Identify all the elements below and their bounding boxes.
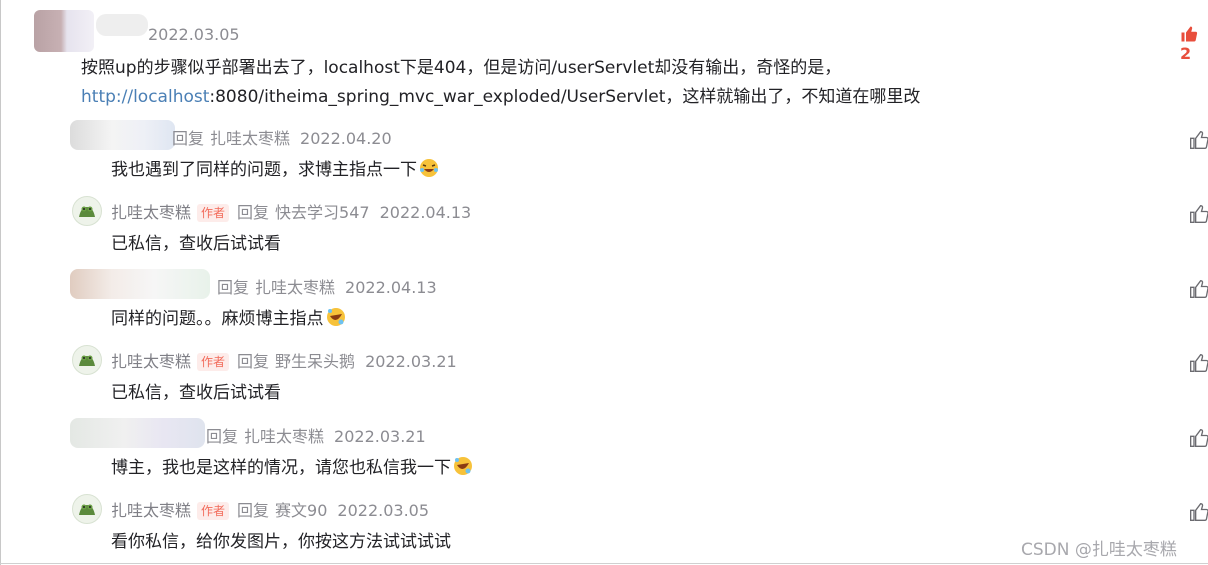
like-button[interactable]: 2 — [1180, 25, 1208, 63]
reply-target-user[interactable]: 扎哇太枣糕 — [255, 278, 335, 297]
localhost-link[interactable]: http://localhost — [81, 87, 209, 107]
reply-label: 回复 — [237, 352, 270, 371]
reply-item: 扎哇太枣糕 作者 回复 快去学习547 2022.04.13 已私信，查收后试试看 — [0, 194, 1208, 264]
thumbs-up-icon[interactable] — [1189, 428, 1208, 448]
reply-date: 2022.03.05 — [337, 501, 430, 520]
reply-item: 回复 扎哇太枣糕 2022.04.20 我也遇到了同样的问题，求博主指点一下 — [0, 120, 1208, 190]
reply-text: 同样的问题。。麻烦博主指点 — [111, 304, 346, 332]
reply-target-user[interactable]: 扎哇太枣糕 — [210, 129, 290, 148]
author-badge: 作者 — [197, 204, 230, 222]
reply-text: 博主，我也是这样的情况，请您也私信我一下 — [111, 453, 473, 481]
reply-text-content: 博主，我也是这样的情况，请您也私信我一下 — [111, 458, 451, 478]
reply-label: 回复 — [172, 129, 205, 148]
reply-item: 扎哇太枣糕 作者 回复 野生呆头鹅 2022.03.21 已私信，查收后试试看 — [0, 343, 1208, 413]
comment-text: 按照up的步骤似乎部署出去了，localhost下是404，但是访问/userS… — [81, 54, 1181, 112]
rolling-laugh-emoji-icon — [326, 307, 346, 332]
author-avatar[interactable] — [72, 196, 102, 226]
reply-target-user[interactable]: 赛文90 — [275, 501, 327, 520]
reply-text: 已私信，查收后试试看 — [111, 234, 281, 254]
thumbs-up-icon[interactable] — [1189, 130, 1208, 150]
csdn-watermark: CSDN @扎哇太枣糕 — [1021, 540, 1177, 560]
reply-text-content: 同样的问题。。麻烦博主指点 — [111, 309, 324, 329]
comment-text-line1: 按照up的步骤似乎部署出去了，localhost下是404，但是访问/userS… — [81, 58, 842, 78]
reply-label: 回复 — [237, 203, 270, 222]
rolling-laugh-emoji-icon — [453, 456, 473, 481]
reply-meta: 扎哇太枣糕 作者 回复 快去学习547 2022.04.13 — [111, 199, 471, 223]
avatar[interactable] — [70, 120, 175, 150]
reply-meta: 扎哇太枣糕 作者 回复 野生呆头鹅 2022.03.21 — [111, 348, 457, 372]
reply-date: 2022.03.21 — [334, 427, 426, 446]
reply-meta: 回复 扎哇太枣糕 2022.04.20 — [172, 125, 392, 149]
author-username[interactable]: 扎哇太枣糕 — [111, 203, 191, 222]
reply-item: 回复 扎哇太枣糕 2022.03.21 博主，我也是这样的情况，请您也私信我一下 — [0, 418, 1208, 488]
thumbs-up-icon — [1180, 25, 1198, 44]
thumbs-up-icon[interactable] — [1189, 279, 1208, 299]
avatar[interactable] — [70, 418, 205, 448]
like-count: 2 — [1180, 44, 1192, 63]
reply-label: 回复 — [206, 427, 239, 446]
avatar[interactable] — [70, 269, 210, 299]
reply-text: 看你私信，给你发图片，你按这方法试试试试 — [111, 532, 451, 552]
reply-target-user[interactable]: 扎哇太枣糕 — [244, 427, 324, 446]
reply-label: 回复 — [217, 278, 250, 297]
author-avatar[interactable] — [72, 494, 102, 524]
reply-text: 我也遇到了同样的问题，求博主指点一下 — [111, 155, 439, 183]
laugh-cry-emoji-icon — [419, 158, 439, 183]
reply-date: 2022.04.13 — [379, 203, 472, 222]
avatar[interactable] — [34, 10, 94, 52]
bottom-border — [0, 563, 1208, 564]
username-blurred — [96, 14, 148, 36]
reply-date: 2022.04.13 — [345, 278, 437, 297]
reply-target-user[interactable]: 快去学习547 — [275, 203, 370, 222]
author-badge: 作者 — [197, 353, 230, 371]
reply-text-content: 我也遇到了同样的问题，求博主指点一下 — [111, 160, 417, 180]
comment-text-line2: :8080/itheima_spring_mvc_war_exploded/Us… — [209, 87, 921, 107]
thumbs-up-icon[interactable] — [1189, 502, 1208, 522]
reply-date: 2022.03.21 — [365, 352, 457, 371]
reply-meta: 回复 扎哇太枣糕 2022.04.13 — [217, 274, 437, 298]
author-avatar[interactable] — [72, 345, 102, 375]
author-badge: 作者 — [197, 502, 230, 520]
reply-meta: 扎哇太枣糕 作者 回复 赛文90 2022.03.05 — [111, 497, 429, 521]
reply-text: 已私信，查收后试试看 — [111, 383, 281, 403]
comment-date: 2022.03.05 — [148, 25, 240, 44]
reply-meta: 回复 扎哇太枣糕 2022.03.21 — [206, 423, 426, 447]
reply-item: 回复 扎哇太枣糕 2022.04.13 同样的问题。。麻烦博主指点 — [0, 269, 1208, 339]
reply-target-user[interactable]: 野生呆头鹅 — [275, 352, 355, 371]
author-username[interactable]: 扎哇太枣糕 — [111, 501, 191, 520]
reply-label: 回复 — [237, 501, 270, 520]
reply-date: 2022.04.20 — [300, 129, 392, 148]
author-username[interactable]: 扎哇太枣糕 — [111, 352, 191, 371]
thumbs-up-icon[interactable] — [1189, 204, 1208, 224]
thumbs-up-icon[interactable] — [1189, 353, 1208, 373]
